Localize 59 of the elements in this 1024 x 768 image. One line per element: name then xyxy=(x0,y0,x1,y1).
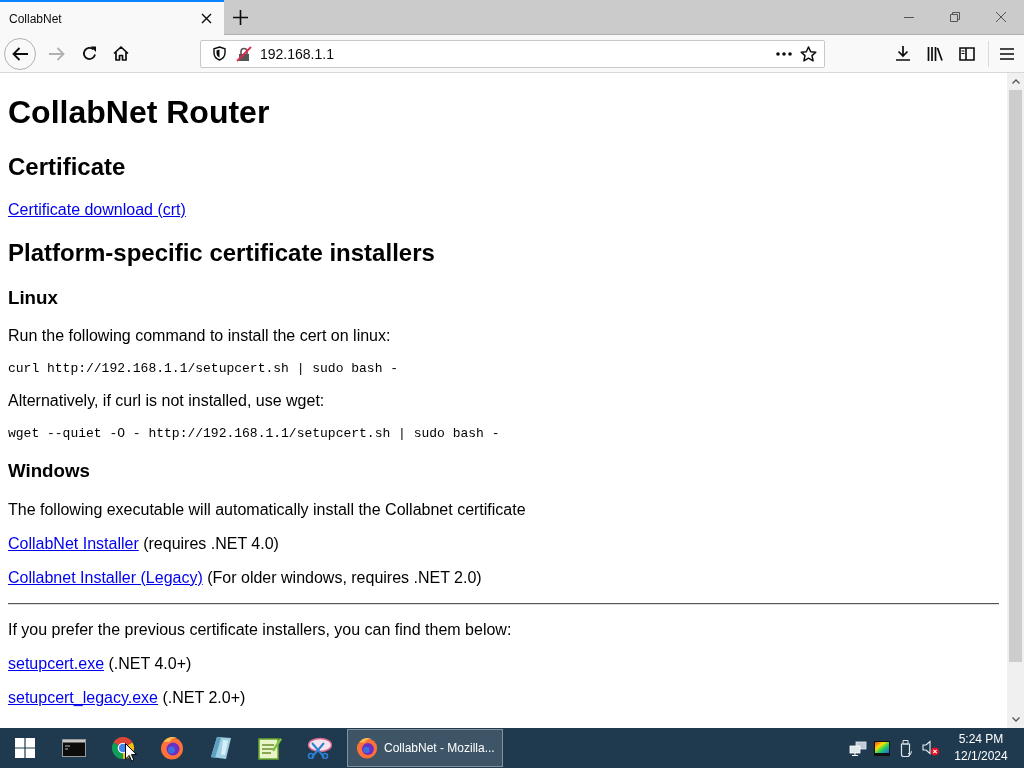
page-title: CollabNet Router xyxy=(8,94,270,132)
sidebar-icon xyxy=(959,46,975,61)
section-heading: Certificate xyxy=(8,152,126,181)
terminal-icon xyxy=(61,739,86,757)
command-text: curl http://192.168.1.1/setupcert.sh | sudo bash - xyxy=(8,361,399,377)
link-note: (requires .NET 4.0) xyxy=(143,534,279,552)
address-bar[interactable]: 192.168.1.1 xyxy=(200,39,825,68)
close-icon xyxy=(200,13,212,24)
plus-icon xyxy=(232,9,248,25)
chevron-down-icon xyxy=(1011,717,1020,722)
browser-tab[interactable]: CollabNet xyxy=(0,0,224,35)
paragraph: Run the following command to install the cert on linux: xyxy=(8,327,391,346)
subsection-heading: Linux xyxy=(8,286,58,309)
ellipsis-icon xyxy=(776,51,792,56)
close-icon xyxy=(996,12,1006,22)
paragraph: The following executable will automatically install the Collabnet certificate xyxy=(8,500,526,519)
shield-icon xyxy=(212,46,226,61)
flame-globe-icon xyxy=(356,737,378,759)
menu-icon xyxy=(1000,47,1014,60)
star-icon xyxy=(799,45,817,62)
reload-icon xyxy=(81,46,97,61)
download-icon xyxy=(896,46,910,61)
library-icon xyxy=(927,46,943,61)
download-link[interactable]: setupcert.exe xyxy=(8,654,105,672)
notepad-icon xyxy=(257,736,282,760)
chevron-up-icon xyxy=(1011,79,1020,84)
section-heading: Platform-specific certificate installers xyxy=(8,238,435,267)
tablet-icon xyxy=(209,736,232,760)
command-text: wget --quiet -O - http://192.168.1.1/setupcert.sh | sudo bash - xyxy=(8,426,500,442)
clock-time: 5:24 PM xyxy=(958,731,1004,748)
scissors-icon xyxy=(305,737,332,759)
scrollbar-thumb[interactable] xyxy=(1009,90,1022,662)
paragraph: Alternatively, if curl is not installed, use wget: xyxy=(8,392,325,411)
subsection-heading: Windows xyxy=(8,460,90,483)
download-link[interactable]: Certificate download (crt) xyxy=(8,200,186,218)
flame-globe-icon xyxy=(159,736,184,760)
minimize-icon xyxy=(904,16,914,18)
back-arrow-icon xyxy=(12,46,28,61)
download-link[interactable]: setupcert_legacy.exe xyxy=(8,688,158,706)
taskbar-window-button[interactable]: CollabNet - Mozilla... xyxy=(347,729,503,767)
color-display-icon xyxy=(874,740,890,756)
windows-logo-icon xyxy=(14,738,35,758)
mouse-pointer-icon xyxy=(125,743,137,762)
restore-icon xyxy=(950,12,960,22)
back-button[interactable] xyxy=(4,37,36,70)
download-link[interactable]: CollabNet Installer xyxy=(8,534,139,552)
download-link[interactable]: Collabnet Installer (Legacy) xyxy=(8,568,203,586)
paragraph: If you prefer the previous certificate installers, you can find them below: xyxy=(8,620,512,639)
speaker-muted-icon xyxy=(921,740,939,756)
link-note: (For older windows, requires .NET 2.0) xyxy=(207,568,482,586)
network-icon xyxy=(849,740,867,756)
link-note: (.NET 4.0+) xyxy=(108,654,192,672)
forward-arrow-icon xyxy=(49,46,65,61)
clock-date: 12/1/2024 xyxy=(954,748,1008,765)
home-icon xyxy=(113,46,129,61)
insecure-lock-icon xyxy=(236,45,252,62)
link-note: (.NET 2.0+) xyxy=(162,688,246,706)
usb-drive-icon xyxy=(900,739,912,757)
scrollbar-track[interactable] xyxy=(1007,73,1024,728)
